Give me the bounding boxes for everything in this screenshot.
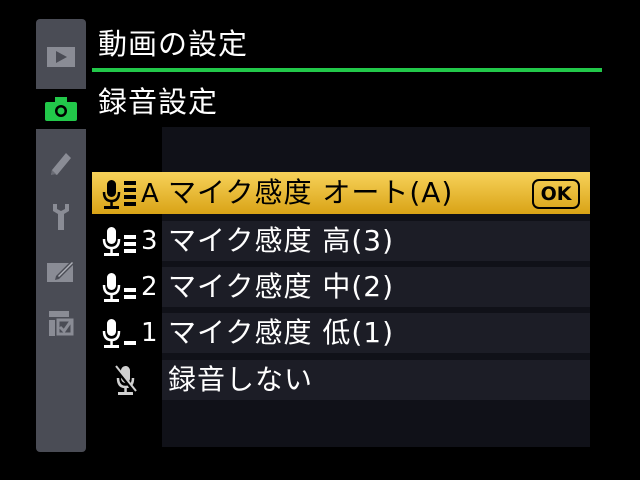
retouch-icon (47, 260, 75, 282)
tab-shooting[interactable] (34, 89, 88, 129)
microphone-level-icon (102, 180, 136, 209)
option-mic-auto[interactable]: A マイク感度 オート(A) OK (92, 172, 590, 214)
option-label: マイク感度 低(1) (168, 316, 395, 349)
menu-sidebar (34, 19, 88, 452)
option-label: マイク感度 オート(A) (168, 176, 454, 209)
mic-level-label: A (141, 179, 159, 209)
tab-retouch[interactable] (36, 251, 86, 291)
tab-my-menu[interactable] (36, 303, 86, 343)
header-divider (92, 68, 602, 72)
option-mic-low[interactable]: 1 マイク感度 低(1) (92, 311, 590, 355)
microphone-level-icon (102, 319, 136, 348)
mic-level-label: 3 (141, 226, 158, 256)
option-label: マイク感度 高(3) (168, 224, 395, 257)
tab-custom-settings[interactable] (36, 143, 86, 183)
microphone-level-icon (102, 227, 136, 256)
microphone-level-icon (102, 273, 136, 302)
my-menu-icon (49, 311, 74, 336)
option-label: 録音しない (168, 363, 314, 396)
menu-title: 動画の設定 (98, 27, 249, 61)
mic-level-label: 2 (141, 272, 158, 302)
tab-setup[interactable] (36, 197, 86, 237)
playback-icon (47, 47, 75, 67)
pencil-icon (51, 153, 71, 175)
mic-level-label: 1 (141, 318, 158, 348)
camera-icon (45, 97, 77, 121)
page-title: 録音設定 (98, 85, 219, 119)
option-mic-medium[interactable]: 2 マイク感度 中(2) (92, 265, 590, 309)
microphone-off-icon (114, 365, 138, 395)
ok-button-icon: OK (532, 179, 580, 209)
wrench-icon (53, 204, 69, 230)
option-mic-off[interactable]: 録音しない (92, 358, 590, 402)
tab-playback[interactable] (36, 37, 86, 77)
option-mic-high[interactable]: 3 マイク感度 高(3) (92, 219, 590, 263)
option-label: マイク感度 中(2) (168, 270, 395, 303)
